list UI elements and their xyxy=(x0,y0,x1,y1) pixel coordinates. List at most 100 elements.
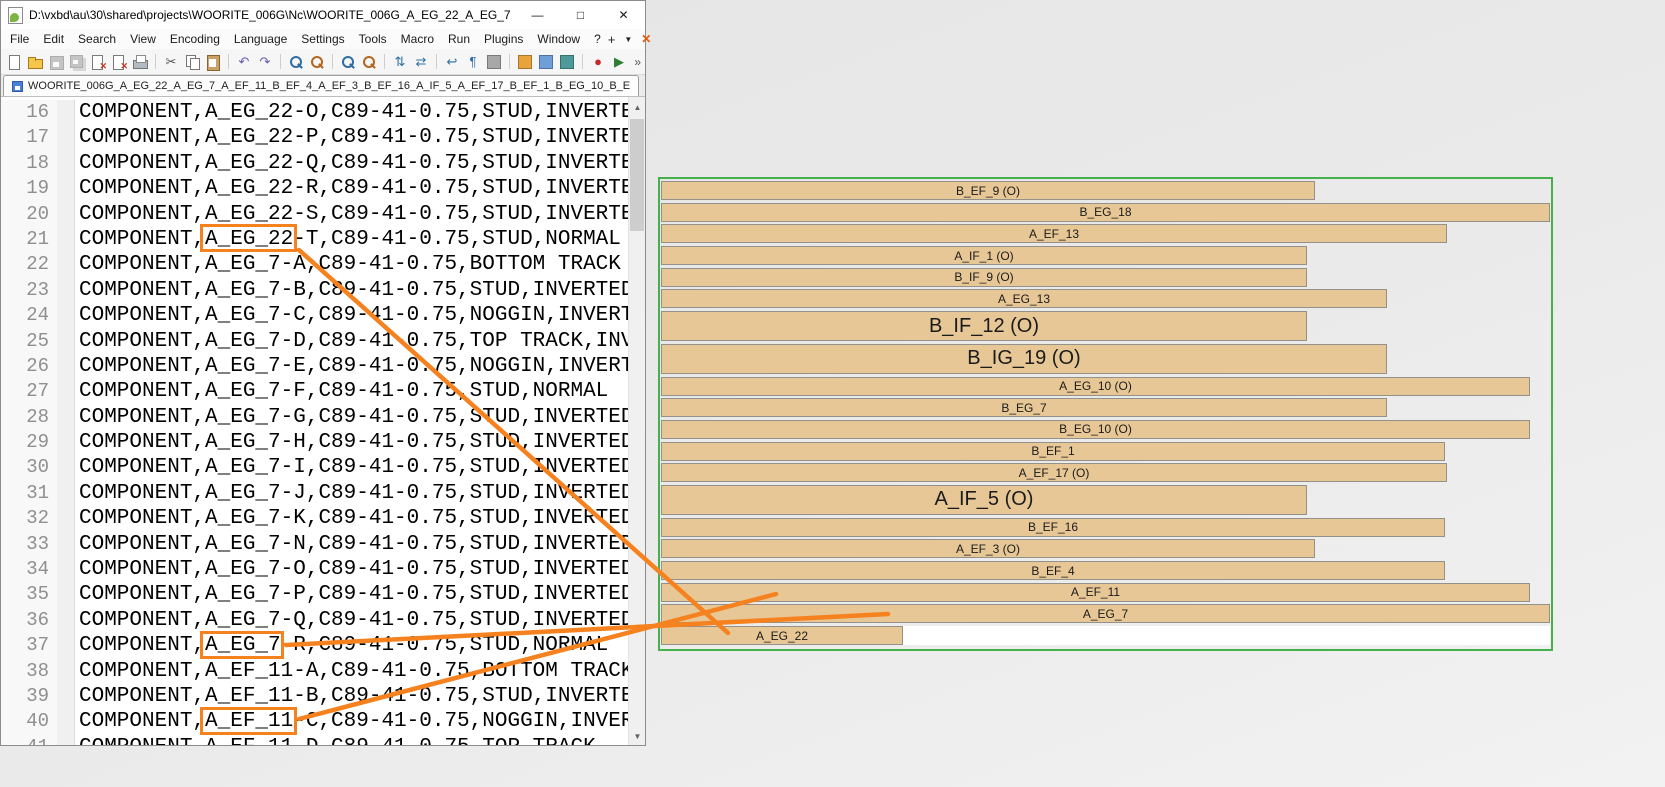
menu-tools[interactable]: Tools xyxy=(352,30,394,48)
menu-encoding[interactable]: Encoding xyxy=(163,30,227,48)
code-line[interactable]: COMPONENT,A_EG_7-K,C89-41-0.75,STUD,INVE… xyxy=(75,506,634,531)
sync-horizontal-icon[interactable]: ⇄ xyxy=(412,53,430,71)
vertical-scrollbar[interactable]: ▲ ▼ xyxy=(628,97,645,745)
play-macro-icon[interactable]: ▶ xyxy=(610,53,628,71)
fold-margin xyxy=(57,151,75,176)
code-line[interactable]: COMPONENT,A_EG_22-R,C89-41-0.75,STUD,INV… xyxy=(75,176,645,201)
code-line[interactable]: COMPONENT,A_EG_7-P,C89-41-0.75,STUD,INVE… xyxy=(75,582,634,607)
cut-icon[interactable]: ✂ xyxy=(162,53,180,71)
menu-bar: FileEditSearchViewEncodingLanguageSettin… xyxy=(1,29,645,49)
close-button[interactable]: ✕ xyxy=(602,1,645,29)
find-icon[interactable] xyxy=(287,53,305,71)
code-line[interactable]: COMPONENT,A_EG_7-F,C89-41-0.75,STUD,NORM… xyxy=(75,379,608,404)
menu-language[interactable]: Language xyxy=(227,30,294,48)
annotation-box-a-eg-22 xyxy=(200,224,297,252)
editor[interactable]: 16COMPONENT,A_EG_22-O,C89-41-0.75,STUD,I… xyxy=(1,97,645,745)
code-line[interactable]: COMPONENT,A_EG_22-P,C89-41-0.75,STUD,INV… xyxy=(75,125,645,150)
document-list-icon[interactable] xyxy=(558,53,576,71)
document-map-icon[interactable] xyxy=(537,53,555,71)
code-line[interactable]: COMPONENT,A_EG_7-B,C89-41-0.75,STUD,INVE… xyxy=(75,278,634,303)
code-line[interactable]: COMPONENT,A_EG_7-D,C89-41-0.75,TOP TRACK… xyxy=(75,329,645,354)
word-wrap-icon[interactable]: ↩ xyxy=(443,53,461,71)
line-number: 19 xyxy=(1,176,57,201)
code-line[interactable]: COMPONENT,A_EG_7-I,C89-41-0.75,STUD,INVE… xyxy=(75,455,634,480)
fold-margin xyxy=(57,252,75,277)
panel-bar-b-if-12-o: B_IF_12 (O) xyxy=(661,311,1307,341)
panel-bar-row: A_EG_22 xyxy=(661,626,1550,645)
replace-icon[interactable] xyxy=(308,53,326,71)
code-line[interactable]: COMPONENT,A_EG_22-T,C89-41-0.75,STUD,NOR… xyxy=(75,227,621,252)
redo-icon[interactable]: ↷ xyxy=(256,53,274,71)
code-line[interactable]: COMPONENT,A_EF_11-C,C89-41-0.75,NOGGIN,I… xyxy=(75,709,645,734)
code-line[interactable]: COMPONENT,A_EG_7-R,C89-41-0.75,STUD,NORM… xyxy=(75,633,608,658)
close-all-documents-icon[interactable] xyxy=(110,53,128,71)
save-icon[interactable] xyxy=(47,53,65,71)
code-line[interactable]: COMPONENT,A_EG_22-S,C89-41-0.75,STUD,INV… xyxy=(75,202,645,227)
print-icon[interactable] xyxy=(131,53,149,71)
menu-macro[interactable]: Macro xyxy=(394,30,441,48)
menu-settings[interactable]: Settings xyxy=(294,30,351,48)
show-all-chars-icon[interactable]: ¶ xyxy=(464,53,482,71)
code-line[interactable]: COMPONENT,A_EG_7-G,C89-41-0.75,STUD,INVE… xyxy=(75,405,634,430)
code-line[interactable]: COMPONENT,A_EG_7-J,C89-41-0.75,STUD,INVE… xyxy=(75,481,634,506)
menu-run[interactable]: Run xyxy=(441,30,477,48)
line-number: 17 xyxy=(1,125,57,150)
sync-vertical-icon[interactable]: ⇅ xyxy=(391,53,409,71)
open-folder-icon[interactable] xyxy=(26,53,44,71)
menu-view[interactable]: View xyxy=(123,30,163,48)
copy-icon[interactable] xyxy=(183,53,201,71)
code-line[interactable]: COMPONENT,A_EF_11-B,C89-41-0.75,STUD,INV… xyxy=(75,684,645,709)
code-line[interactable]: COMPONENT,A_EG_7-O,C89-41-0.75,STUD,INVE… xyxy=(75,557,634,582)
title-bar[interactable]: D:\vxbd\au\30\shared\projects\WOORITE_00… xyxy=(1,1,645,29)
code-line[interactable]: COMPONENT,A_EG_7-C,C89-41-0.75,NOGGIN,IN… xyxy=(75,303,645,328)
code-line[interactable]: COMPONENT,A_EG_22-O,C89-41-0.75,STUD,INV… xyxy=(75,100,645,125)
editor-row: 17 COMPONENT,A_EG_22-P,C89-41-0.75,STUD,I… xyxy=(1,125,645,150)
zoom-out-icon[interactable] xyxy=(360,53,378,71)
code-line[interactable]: COMPONENT,A_EG_7-A,C89-41-0.75,BOTTOM TR… xyxy=(75,252,621,277)
app-icon xyxy=(8,7,23,24)
panel-bar-b-ef-4: B_EF_4 xyxy=(661,561,1445,580)
menu-window[interactable]: Window xyxy=(530,30,587,48)
new-file-icon[interactable] xyxy=(5,53,23,71)
save-all-icon[interactable] xyxy=(68,53,86,71)
editor-row: 34COMPONENT,A_EG_7-O,C89-41-0.75,STUD,IN… xyxy=(1,557,645,582)
function-list-icon[interactable] xyxy=(516,53,534,71)
close-tab-icon[interactable]: ✕ xyxy=(641,32,651,46)
menu-help[interactable]: ? xyxy=(587,30,608,48)
zoom-in-icon[interactable] xyxy=(339,53,357,71)
toolbar-overflow-chevron[interactable]: » xyxy=(634,55,641,69)
tab-bar: WOORITE_006G_A_EG_22_A_EG_7_A_EF_11_B_EF… xyxy=(1,75,645,97)
scrollbar-thumb[interactable] xyxy=(630,119,644,231)
code-line[interactable]: COMPONENT,A_EG_22-Q,C89-41-0.75,STUD,INV… xyxy=(75,151,645,176)
panel-bar-row: A_EF_3 (O) xyxy=(661,539,1550,558)
code-line[interactable]: COMPONENT,A_EF_11-D,C89-41-0.75,TOP TRAC… xyxy=(75,735,596,745)
menu-search[interactable]: Search xyxy=(71,30,123,48)
scroll-down-arrow-icon[interactable]: ▼ xyxy=(629,728,645,745)
minimize-button[interactable]: — xyxy=(516,1,559,29)
panel-bar-row: A_EG_10 (O) xyxy=(661,377,1550,396)
menu-edit[interactable]: Edit xyxy=(36,30,71,48)
editor-row: 22COMPONENT,A_EG_7-A,C89-41-0.75,BOTTOM … xyxy=(1,252,645,277)
panel-bar-label: B_EF_9 (O) xyxy=(956,184,1020,198)
fold-margin xyxy=(57,709,75,734)
menu-plugins[interactable]: Plugins xyxy=(477,30,530,48)
code-line[interactable]: COMPONENT,A_EG_7-E,C89-41-0.75,NOGGIN,IN… xyxy=(75,354,645,379)
fold-margin xyxy=(57,557,75,582)
close-document-icon[interactable] xyxy=(89,53,107,71)
scroll-up-arrow-icon[interactable]: ▲ xyxy=(629,99,645,116)
undo-icon[interactable]: ↶ xyxy=(235,53,253,71)
paste-icon[interactable] xyxy=(204,53,222,71)
indent-guide-icon[interactable] xyxy=(485,53,503,71)
code-line[interactable]: COMPONENT,A_EG_7-H,C89-41-0.75,STUD,INVE… xyxy=(75,430,634,455)
code-line[interactable]: COMPONENT,A_EG_7-N,C89-41-0.75,STUD,INVE… xyxy=(75,532,634,557)
tab-list-dropdown-icon[interactable]: ▼ xyxy=(624,35,632,44)
panel-filler xyxy=(903,626,1550,645)
tab-woorite-file[interactable]: WOORITE_006G_A_EG_22_A_EG_7_A_EF_11_B_EF… xyxy=(3,75,639,96)
editor-row: 31COMPONENT,A_EG_7-J,C89-41-0.75,STUD,IN… xyxy=(1,481,645,506)
code-line[interactable]: COMPONENT,A_EG_7-Q,C89-41-0.75,STUD,INVE… xyxy=(75,608,634,633)
new-tab-button[interactable]: + xyxy=(608,32,616,47)
code-line[interactable]: COMPONENT,A_EF_11-A,C89-41-0.75,BOTTOM T… xyxy=(75,659,634,684)
maximize-button[interactable]: □ xyxy=(559,1,602,29)
menu-file[interactable]: File xyxy=(3,30,36,48)
record-macro-icon[interactable]: ● xyxy=(589,53,607,71)
